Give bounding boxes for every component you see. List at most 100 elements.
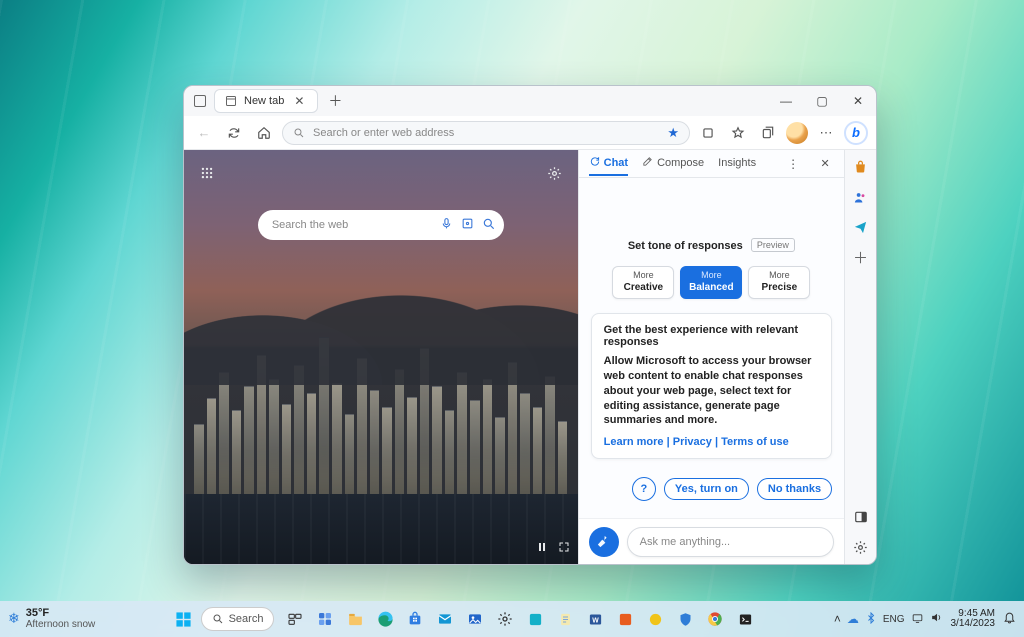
store-button[interactable] [402, 606, 428, 632]
sidebar-add-button[interactable]: ＋ [850, 246, 872, 268]
favorites-button[interactable] [726, 121, 750, 145]
weather-condition: Afternoon snow [26, 620, 96, 631]
word-button[interactable]: W [582, 606, 608, 632]
chat-tab[interactable]: Chat [589, 151, 628, 176]
collections-button[interactable] [756, 121, 780, 145]
tone-precise[interactable]: More Precise [748, 266, 810, 299]
taskbar: ❄ 35°F Afternoon snow Search W ˄ [0, 601, 1024, 637]
new-topic-button[interactable] [589, 527, 619, 557]
taskbar-center: Search W [95, 606, 834, 632]
tone-creative[interactable]: More Creative [612, 266, 674, 299]
search-icon [212, 613, 224, 625]
ntp-search-placeholder: Search the web [272, 219, 348, 231]
chat-text-input[interactable]: Ask me anything... [627, 527, 834, 557]
minimize-button[interactable]: — [768, 86, 804, 116]
tray-bluetooth-icon[interactable] [865, 612, 877, 627]
tray-chevron-icon[interactable]: ˄ [834, 612, 841, 626]
mail-button[interactable] [432, 606, 458, 632]
sidebar-send-icon[interactable] [850, 216, 872, 238]
edge-sidebar: ＋ [844, 150, 876, 564]
help-button[interactable]: ? [632, 477, 656, 501]
tray-network-icon[interactable] [911, 611, 924, 627]
refresh-button[interactable] [222, 121, 246, 145]
terms-link[interactable]: Terms of use [721, 436, 789, 448]
tray-onedrive-icon[interactable]: ☁ [847, 612, 859, 626]
overflow-menu-button[interactable]: ⋯ [814, 121, 838, 145]
tab-close-icon[interactable]: ✕ [291, 94, 307, 108]
browser-tab[interactable]: New tab ✕ [214, 89, 318, 113]
no-thanks-button[interactable]: No thanks [757, 478, 832, 500]
insights-tab[interactable]: Insights [718, 152, 756, 175]
photos-button[interactable] [462, 606, 488, 632]
voice-search-icon[interactable] [440, 217, 453, 233]
security-button[interactable] [672, 606, 698, 632]
address-bar[interactable]: Search or enter web address ★ [282, 121, 690, 145]
start-button[interactable] [171, 606, 197, 632]
chrome-button[interactable] [702, 606, 728, 632]
page-icon [225, 95, 237, 107]
back-button[interactable]: ← [192, 121, 216, 145]
maximize-button[interactable]: ▢ [804, 86, 840, 116]
extensions-button[interactable] [696, 121, 720, 145]
ntp-search-box[interactable]: Search the web [258, 210, 504, 240]
app-icon-2[interactable] [612, 606, 638, 632]
new-tab-page: Search the web [184, 150, 578, 564]
app-icon-1[interactable] [522, 606, 548, 632]
learn-more-link[interactable]: Learn more [604, 436, 664, 448]
favorite-star-icon[interactable]: ★ [667, 125, 679, 141]
tab-actions-icon[interactable] [194, 95, 206, 107]
image-search-icon[interactable] [461, 217, 474, 233]
chat-close-button[interactable]: ✕ [816, 155, 834, 173]
chat-body: Set tone of responses Preview More Creat… [579, 178, 844, 518]
profile-avatar[interactable] [786, 122, 808, 144]
privacy-link[interactable]: Privacy [673, 436, 712, 448]
ntp-settings-icon[interactable] [544, 162, 566, 184]
new-tab-button[interactable]: ＋ [324, 90, 346, 112]
expand-icon[interactable] [558, 541, 570, 556]
widgets-button[interactable] [312, 606, 338, 632]
home-button[interactable] [252, 121, 276, 145]
sidebar-settings-icon[interactable] [850, 536, 872, 558]
pause-icon[interactable] [536, 541, 548, 556]
chat-input-placeholder: Ask me anything... [640, 536, 731, 548]
taskbar-weather[interactable]: ❄ 35°F Afternoon snow [8, 608, 95, 630]
close-button[interactable]: ✕ [840, 86, 876, 116]
tab-title: New tab [244, 95, 284, 107]
apps-grid-icon[interactable] [196, 162, 218, 184]
skyline-decoration [184, 320, 578, 494]
compose-tab[interactable]: Compose [642, 151, 704, 176]
sidebar-toggle-icon[interactable] [850, 506, 872, 528]
notepad-button[interactable] [552, 606, 578, 632]
weather-icon: ❄ [8, 610, 20, 627]
window-controls: — ▢ ✕ [768, 86, 876, 116]
app-icon-3[interactable] [642, 606, 668, 632]
tone-segmented-control: More Creative More Balanced More Precise [591, 266, 832, 299]
chat-input-row: Ask me anything... [579, 518, 844, 564]
chat-tab-icon [589, 156, 600, 170]
tray-volume-icon[interactable] [930, 611, 943, 627]
edge-button[interactable] [372, 606, 398, 632]
chat-menu-button[interactable]: ⋮ [784, 155, 802, 173]
settings-button[interactable] [492, 606, 518, 632]
compose-tab-icon [642, 156, 653, 170]
taskbar-clock[interactable]: 9:45 AM 3/14/2023 [951, 609, 996, 630]
titlebar: New tab ✕ ＋ — ▢ ✕ [184, 86, 876, 116]
search-submit-icon[interactable] [482, 217, 496, 234]
task-view-button[interactable] [282, 606, 308, 632]
tray-notifications-icon[interactable] [1003, 611, 1016, 627]
edge-window: New tab ✕ ＋ — ▢ ✕ ← Search or enter web … [183, 85, 877, 565]
tone-heading-row: Set tone of responses Preview [591, 238, 832, 252]
tray-language[interactable]: ENG [883, 614, 905, 625]
sidebar-people-icon[interactable] [850, 186, 872, 208]
taskbar-search[interactable]: Search [201, 607, 275, 631]
sidebar-shopping-icon[interactable] [850, 156, 872, 178]
tone-balanced[interactable]: More Balanced [680, 266, 742, 299]
bing-button[interactable]: b [844, 121, 868, 145]
terminal-button[interactable] [732, 606, 758, 632]
bing-chat-panel: Chat Compose Insights ⋮ ✕ Set tone of re… [578, 150, 844, 564]
taskbar-tray: ˄ ☁ ENG 9:45 AM 3/14/2023 [834, 609, 1016, 630]
yes-turn-on-button[interactable]: Yes, turn on [664, 478, 749, 500]
harbor-decoration [184, 494, 578, 564]
toolbar: ← Search or enter web address ★ ⋯ b [184, 116, 876, 150]
explorer-button[interactable] [342, 606, 368, 632]
